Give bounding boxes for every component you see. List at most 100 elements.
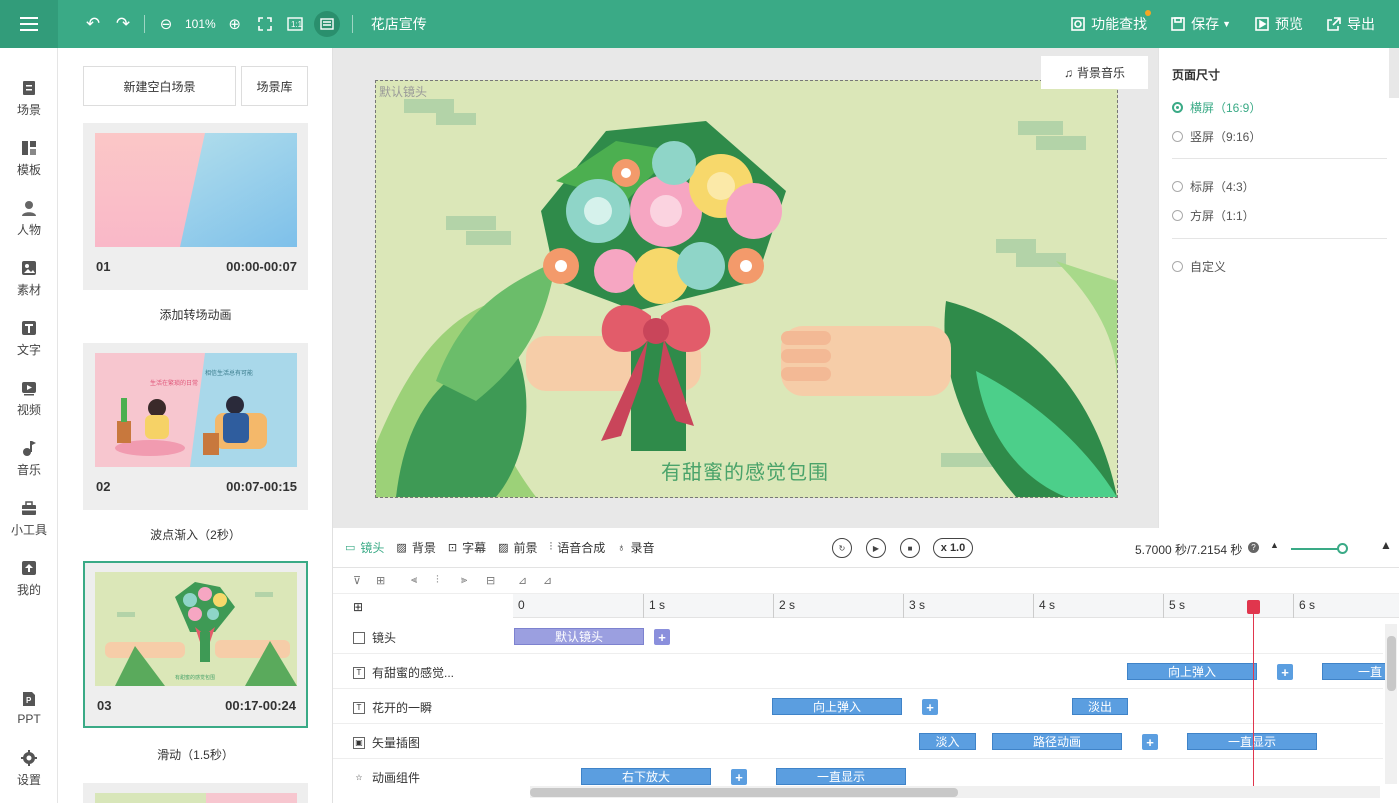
zoom-in-mountain-icon[interactable]: ▲: [1380, 538, 1392, 552]
person-icon: [20, 199, 38, 217]
panel-scrollbar[interactable]: [1389, 48, 1399, 98]
scroll-thumb[interactable]: [530, 788, 958, 797]
document-title[interactable]: 花店宣传: [371, 14, 427, 34]
feature-search-button[interactable]: 功能查找: [1071, 10, 1152, 34]
nav-label: 人物: [16, 222, 41, 237]
clip-animation[interactable]: 一直显示: [776, 768, 906, 785]
clip-default-shot[interactable]: 默认镜头: [514, 628, 644, 645]
tab-record[interactable]: ♁ 录音: [617, 539, 654, 556]
track-name[interactable]: ▣ 矢量插图: [353, 734, 420, 751]
playhead[interactable]: [1253, 600, 1254, 788]
nav-mine[interactable]: 我的: [0, 550, 58, 606]
preview-button[interactable]: 预览: [1255, 14, 1303, 34]
nav-ppt[interactable]: P PPT: [0, 680, 58, 736]
play-icon[interactable]: ▶: [866, 538, 886, 558]
nav-settings[interactable]: 设置: [0, 740, 58, 796]
radio-label: 方屏（1:1）: [1190, 209, 1255, 223]
scene-card-1[interactable]: 01 00:00-00:07: [83, 123, 308, 290]
transition-label[interactable]: 滑动（1.5秒）: [83, 746, 308, 763]
add-clip-button[interactable]: +: [922, 699, 938, 715]
scene-card-3[interactable]: 有甜蜜的感觉包围 03 00:17-00:24: [83, 561, 308, 728]
nav-video[interactable]: 视频: [0, 370, 58, 426]
nav-text[interactable]: 文字: [0, 310, 58, 366]
clip-animation[interactable]: 向上弹入: [772, 698, 902, 715]
speed-button[interactable]: x 1.0: [933, 538, 973, 558]
nav-music[interactable]: 音乐: [0, 430, 58, 486]
redo-icon[interactable]: ↷: [108, 0, 138, 48]
stop-icon[interactable]: ■: [900, 538, 920, 558]
nav-person[interactable]: 人物: [0, 190, 58, 246]
align-center-icon[interactable]: ⫶: [436, 574, 439, 587]
zoom-in-icon[interactable]: ⊕: [220, 0, 250, 48]
help-icon[interactable]: ?: [1248, 542, 1259, 553]
slider-knob[interactable]: [1337, 543, 1348, 554]
stage[interactable]: 默认镜头 有甜蜜的感觉包围: [375, 80, 1118, 498]
clip-animation[interactable]: 右下放大: [581, 768, 711, 785]
clip-animation[interactable]: 淡入: [919, 733, 976, 750]
save-button[interactable]: 保存 ▼: [1171, 14, 1231, 34]
track-name[interactable]: T 有甜蜜的感觉...: [353, 664, 454, 681]
transition-label[interactable]: 波点渐入（2秒）: [83, 526, 308, 543]
text-icon: T: [353, 701, 365, 714]
menu-icon[interactable]: [0, 0, 58, 48]
zoom-out-mountain-icon[interactable]: ▲: [1270, 540, 1279, 550]
radio-square[interactable]: 方屏（1:1）: [1172, 207, 1255, 224]
clip-animation[interactable]: 一直显示: [1187, 733, 1317, 750]
background-music-button[interactable]: ♫ 背景音乐: [1041, 56, 1148, 89]
timeline-vscrollbar[interactable]: [1385, 624, 1397, 784]
scene-card-4[interactable]: [83, 783, 308, 803]
radio-custom[interactable]: 自定义: [1172, 258, 1226, 275]
playhead-handle[interactable]: [1247, 600, 1260, 614]
radio-landscape[interactable]: 横屏（16:9）: [1172, 99, 1261, 116]
track-name[interactable]: 镜头: [353, 629, 396, 646]
timeline-hscrollbar[interactable]: [530, 786, 1380, 798]
add-clip-button[interactable]: +: [1277, 664, 1293, 680]
radio-standard[interactable]: 标屏（4:3）: [1172, 178, 1255, 195]
scene-library-button[interactable]: 场景库: [241, 66, 308, 106]
caption-text[interactable]: 有甜蜜的感觉包围: [661, 456, 829, 485]
nav-toolbox[interactable]: 小工具: [0, 490, 58, 546]
filter-icon[interactable]: ⊽: [353, 574, 361, 587]
tab-subtitle[interactable]: ⊡ 字幕: [448, 539, 486, 556]
add-clip-button[interactable]: +: [1142, 734, 1158, 750]
add-clip-button[interactable]: +: [731, 769, 747, 785]
nav-scene[interactable]: 场景: [0, 70, 58, 126]
image-icon: ▣: [353, 736, 365, 749]
distribute-icon[interactable]: ⊟: [486, 574, 495, 587]
top-right-actions: 功能查找 保存 ▼ 预览 导出: [1071, 0, 1399, 48]
scroll-thumb[interactable]: [1387, 636, 1396, 691]
group-icon[interactable]: ⊞: [376, 574, 385, 587]
tool-icon[interactable]: ⊿: [543, 574, 552, 587]
track-name[interactable]: T 花开的一瞬: [353, 699, 432, 716]
tab-foreground[interactable]: ▨ 前景: [498, 539, 537, 556]
layers-icon[interactable]: ⊞: [353, 600, 363, 614]
tab-background[interactable]: ▨ 背景: [396, 539, 435, 556]
align-right-icon[interactable]: ⫸: [461, 574, 467, 587]
nav-template[interactable]: 模板: [0, 130, 58, 186]
align-left-icon[interactable]: ⫷: [411, 574, 417, 587]
clip-animation[interactable]: 向上弹入: [1127, 663, 1257, 680]
fullscreen-icon[interactable]: [250, 0, 280, 48]
add-clip-button[interactable]: +: [654, 629, 670, 645]
preview-icon: [1255, 17, 1269, 31]
radio-portrait[interactable]: 竖屏（9:16）: [1172, 128, 1261, 145]
grid-toggle-icon[interactable]: [313, 11, 340, 37]
scene-card-2[interactable]: 生活在繁琐的日常 相信生活总有可能 02 00:07-00:15: [83, 343, 308, 510]
tab-shot[interactable]: ▭ 镜头: [345, 539, 384, 556]
new-blank-scene-button[interactable]: 新建空白场景: [83, 66, 236, 106]
clip-animation[interactable]: 路径动画: [992, 733, 1122, 750]
replay-icon[interactable]: ↻: [832, 538, 852, 558]
clip-animation[interactable]: 淡出: [1072, 698, 1128, 715]
track-name[interactable]: ☆ 动画组件: [353, 769, 420, 786]
export-button[interactable]: 导出: [1327, 14, 1375, 34]
panel-title: 页面尺寸: [1172, 68, 1221, 82]
actual-size-icon[interactable]: 1:1: [280, 0, 310, 48]
tab-tts[interactable]: ⫶ 语音合成: [550, 539, 606, 556]
transition-label[interactable]: 添加转场动画: [83, 306, 308, 323]
clip-animation[interactable]: 一直: [1322, 663, 1387, 680]
undo-icon[interactable]: ↶: [78, 0, 108, 48]
tool-icon[interactable]: ⊿: [518, 574, 527, 587]
zoom-out-icon[interactable]: ⊖: [151, 0, 181, 48]
nav-material[interactable]: 素材: [0, 250, 58, 306]
stage-label: 默认镜头: [379, 85, 428, 99]
